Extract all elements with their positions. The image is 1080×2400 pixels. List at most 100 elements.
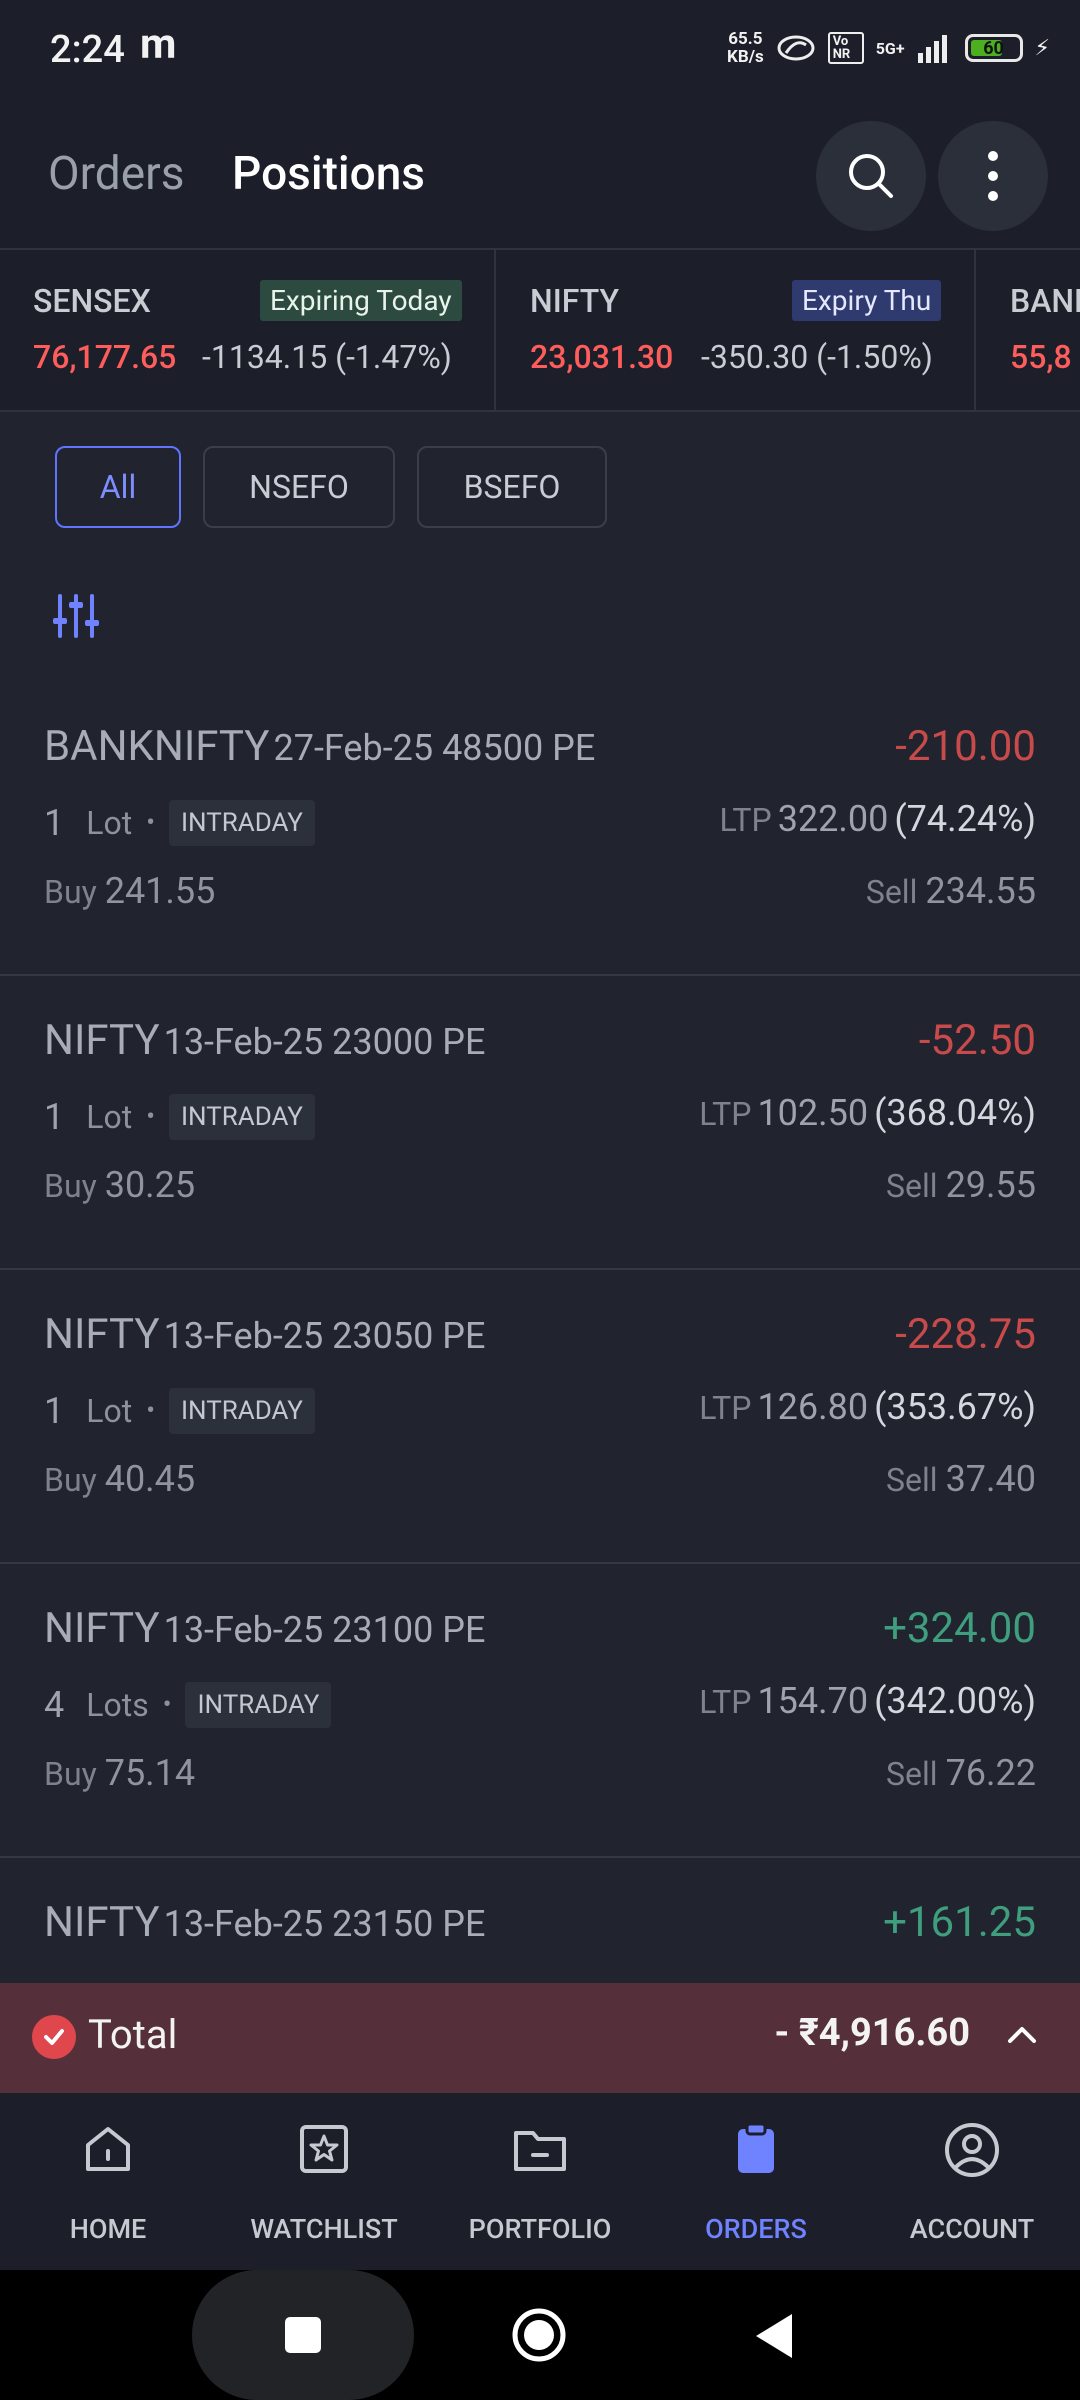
expiry-badge: Expiry Thu <box>792 280 942 321</box>
search-icon <box>849 154 893 198</box>
tab-positions[interactable]: Positions <box>232 147 425 201</box>
ltp-change: (353.67%) <box>874 1386 1036 1428</box>
position-pnl: -228.75 <box>895 1310 1036 1359</box>
network-type-icon: 5G+ <box>875 38 905 58</box>
sell-price: 234.55 <box>925 870 1036 912</box>
tab-orders[interactable]: Orders <box>48 147 184 201</box>
battery-icon: 60 <box>964 34 1023 62</box>
more-options-button[interactable] <box>938 121 1048 231</box>
ltp-change: (74.24%) <box>894 798 1036 840</box>
ltp-value: 102.50 <box>757 1092 869 1134</box>
status-bar: 2:24 m 65.5 KB/s Vo NR 5G+ 60 ⚡ <box>0 0 1080 105</box>
position-row[interactable]: NIFTY 13-Feb-25 23000 PE -52.50 1 Lot • INT… <box>0 976 1080 1270</box>
back-icon[interactable] <box>752 2312 796 2360</box>
position-contract: 27-Feb-25 48500 PE <box>273 727 596 769</box>
nav-home[interactable]: HOME <box>0 2093 216 2270</box>
top-header: Orders Positions <box>0 105 1080 250</box>
ltp-value: 154.70 <box>757 1680 869 1722</box>
check-icon <box>32 2015 76 2059</box>
index-price: 23,031.30 <box>530 338 674 376</box>
status-time: 2:24 <box>50 28 125 72</box>
status-icons: 65.5 KB/s Vo NR 5G+ 60 ⚡ <box>727 30 1050 66</box>
position-symbol: BANKNIFTY <box>44 722 270 771</box>
total-pnl-bar[interactable]: Total - ₹4,916.60 <box>0 1983 1080 2093</box>
filter-bsefo[interactable]: BSEFO <box>417 446 607 528</box>
position-pnl: -210.00 <box>895 722 1036 771</box>
expiry-badge: Expiring Today <box>260 280 462 321</box>
search-button[interactable] <box>816 121 926 231</box>
position-pnl: -52.50 <box>918 1016 1036 1065</box>
index-card-banknifty[interactable]: BANK 55,8 <box>976 250 1080 410</box>
app-notification-icon: m <box>140 20 177 69</box>
position-contract: 13-Feb-25 23000 PE <box>163 1021 486 1063</box>
position-qty: 4 <box>44 1684 65 1726</box>
bottom-navigation: HOME WATCHLIST PORTFOLIO ORDERS ACCOUNT <box>0 2093 1080 2270</box>
clipboard-icon <box>738 2122 774 2173</box>
hotspot-icon <box>777 35 815 61</box>
more-vertical-icon <box>988 151 998 201</box>
sell-price: 37.40 <box>945 1458 1036 1500</box>
position-row[interactable]: BANKNIFTY 27-Feb-25 48500 PE -210.00 1 Lo… <box>0 682 1080 976</box>
nav-orders[interactable]: ORDERS <box>648 2093 864 2270</box>
volte-icon: Vo NR <box>827 32 864 64</box>
total-value: - ₹4,916.60 <box>774 2011 970 2055</box>
position-symbol: NIFTY <box>44 1310 160 1359</box>
sell-price: 76.22 <box>945 1752 1036 1794</box>
index-card-nifty[interactable]: NIFTY Expiry Thu 23,031.30 -350.30 (-1.5… <box>496 250 974 410</box>
position-row[interactable]: NIFTY 13-Feb-25 23100 PE +324.00 4 Lots • I… <box>0 1564 1080 1858</box>
position-row[interactable]: NIFTY 13-Feb-25 23050 PE -228.75 1 Lot • IN… <box>0 1270 1080 1564</box>
sell-price: 29.55 <box>945 1164 1036 1206</box>
product-tag: INTRADAY <box>168 800 315 846</box>
ltp-value: 322.00 <box>777 798 889 840</box>
position-contract: 13-Feb-25 23100 PE <box>163 1609 486 1651</box>
position-pnl: +161.25 <box>883 1898 1036 1947</box>
user-circle-icon <box>945 2123 999 2177</box>
square-icon <box>285 2317 321 2353</box>
index-ticker-strip[interactable]: SENSEX Expiring Today 76,177.65 -1134.15… <box>0 250 1080 412</box>
index-change: -350.30 (-1.50%) <box>701 338 933 376</box>
index-price: 55,8 <box>1010 338 1072 376</box>
chevron-up-icon[interactable] <box>1004 2017 1040 2057</box>
nav-portfolio[interactable]: PORTFOLIO <box>432 2093 648 2270</box>
recents-button[interactable] <box>192 2270 414 2400</box>
product-tag: INTRADAY <box>185 1682 332 1728</box>
filter-settings-button[interactable] <box>52 592 100 644</box>
position-qty: 1 <box>44 1390 65 1432</box>
sliders-icon <box>53 594 99 638</box>
index-card-sensex[interactable]: SENSEX Expiring Today 76,177.65 -1134.15… <box>0 250 494 410</box>
product-tag: INTRADAY <box>168 1094 315 1140</box>
buy-price: 241.55 <box>104 870 216 912</box>
nav-account[interactable]: ACCOUNT <box>864 2093 1080 2270</box>
filter-nsefo[interactable]: NSEFO <box>203 446 395 528</box>
home-icon <box>86 2127 130 2171</box>
home-circle-icon[interactable] <box>510 2306 568 2364</box>
nav-watchlist[interactable]: WATCHLIST <box>216 2093 432 2270</box>
buy-price: 75.14 <box>104 1752 196 1794</box>
folder-icon <box>514 2131 566 2171</box>
signal-icon <box>917 35 947 63</box>
position-contract: 13-Feb-25 23150 PE <box>163 1903 486 1945</box>
star-box-icon <box>300 2125 348 2173</box>
index-name: NIFTY <box>530 282 619 320</box>
index-name: BANK <box>1010 282 1080 320</box>
total-label: Total <box>88 2011 178 2058</box>
position-pnl: +324.00 <box>883 1604 1036 1653</box>
system-navigation-bar <box>0 2270 1080 2400</box>
position-symbol: NIFTY <box>44 1016 160 1065</box>
product-tag: INTRADAY <box>168 1388 315 1434</box>
ltp-change: (368.04%) <box>874 1092 1036 1134</box>
position-contract: 13-Feb-25 23050 PE <box>163 1315 486 1357</box>
net-speed: 65.5 KB/s <box>727 29 764 67</box>
charging-icon: ⚡ <box>1034 35 1050 61</box>
index-name: SENSEX <box>33 282 151 320</box>
buy-price: 40.45 <box>104 1458 196 1500</box>
position-qty: 1 <box>44 802 65 844</box>
filter-all[interactable]: All <box>55 446 181 528</box>
ltp-change: (342.00%) <box>874 1680 1036 1722</box>
index-price: 76,177.65 <box>33 338 177 376</box>
buy-price: 30.25 <box>104 1164 196 1206</box>
position-qty: 1 <box>44 1096 65 1138</box>
position-symbol: NIFTY <box>44 1898 160 1947</box>
ltp-value: 126.80 <box>757 1386 869 1428</box>
position-symbol: NIFTY <box>44 1604 160 1653</box>
